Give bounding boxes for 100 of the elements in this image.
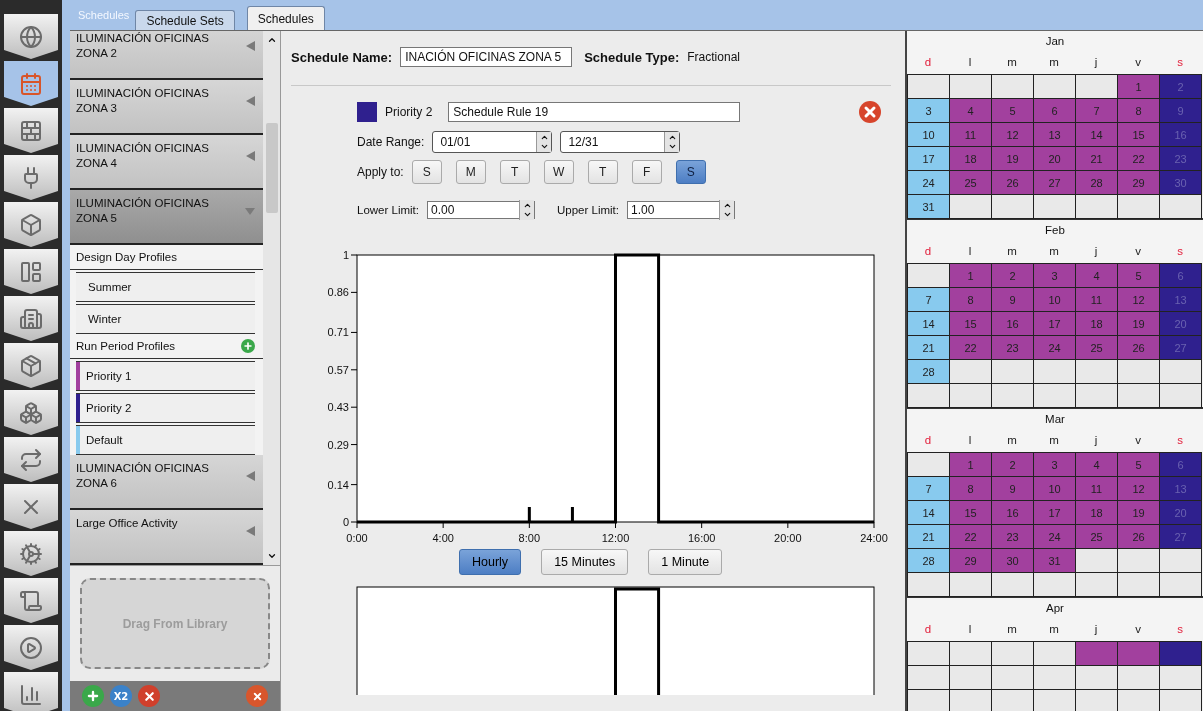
nav-tab[interactable] [4,484,58,529]
day-toggle[interactable]: T [587,160,618,184]
day-cell[interactable]: 9 [1159,98,1202,123]
day-toggle[interactable]: S [411,160,442,184]
nav-tab[interactable] [4,296,58,341]
profile-item[interactable]: Priority 2 [76,393,255,424]
vertex-handle[interactable] [570,507,574,522]
day-cell[interactable] [1159,641,1202,666]
schedule-group[interactable]: ILUMINACIÓN OFICINAS ZONA 5 [70,190,263,245]
weekday-label: v [1134,55,1142,70]
name-field[interactable]: INACIÓN OFICINAS ZONA 5 [400,47,573,67]
add-button[interactable] [82,685,104,707]
purge-button[interactable] [246,685,268,707]
day-cell[interactable]: 27 [1159,335,1202,360]
schedule-group[interactable]: ILUMINACIÓN OFICINAS ZONA 3 [70,80,263,135]
weekday-label: j [1093,55,1099,70]
profile-item[interactable]: Summer [76,272,255,303]
day-toggle[interactable]: T [499,160,530,184]
day-cell[interactable]: 2 [1159,74,1202,99]
nav-tab[interactable] [4,61,58,106]
day-toggle[interactable]: M [455,160,486,184]
weekday-label: l [967,433,973,448]
scroll-down-icon[interactable] [266,551,277,561]
stepper-icon[interactable] [519,200,534,220]
day-cell[interactable]: 20 [1159,311,1202,336]
vertex-handle[interactable] [527,507,531,522]
stepper-icon[interactable] [719,200,734,220]
date-spinbox[interactable]: 12/31 [560,131,681,153]
rule-color-swatch[interactable] [357,102,377,122]
package-icon [19,353,43,378]
brick-wall-icon [19,118,43,143]
remove-button[interactable] [138,685,160,707]
nav-tab[interactable] [4,625,58,670]
tab[interactable]: Schedule Sets [135,10,235,30]
schedule-group[interactable]: ILUMINACIÓN OFICINAS ZONA 2 [70,31,263,80]
schedule-group[interactable]: ILUMINACIÓN OFICINAS ZONA 6 [70,455,263,510]
schedule-type: Fractional [687,50,740,64]
collapse-arrow-icon[interactable] [245,96,255,106]
day-cell[interactable]: 6 [1159,452,1202,477]
day-cell[interactable]: 13 [1159,287,1202,312]
nav-tab[interactable] [4,390,58,435]
scroll-thumb[interactable] [265,123,278,213]
collapse-arrow-icon[interactable] [245,151,255,161]
day-toggle[interactable]: S [675,160,706,184]
priority-label: Priority 2 [385,105,433,119]
y-axis: 0 0.14 0.29 0.43 0.57 0.71 0.86 1 [327,249,358,528]
nav-tab[interactable] [4,155,58,200]
scrollbar[interactable] [263,31,280,565]
profile-item[interactable]: Priority 1 [76,361,255,392]
limit-spinbox[interactable]: 1.00 [627,201,735,219]
resolution-button[interactable]: 1 Minute [648,549,723,575]
group-label: ILUMINACIÓN OFICINAS ZONA 3 [76,86,210,116]
nav-tab[interactable] [4,14,58,59]
plus-icon [86,689,100,703]
collapse-arrow-icon[interactable] [245,471,255,481]
weekday-label: s [1176,622,1184,637]
resolution-button[interactable]: Hourly [459,549,522,575]
day-cell[interactable]: 31 [907,194,950,219]
day-cell[interactable]: 6 [1159,263,1202,288]
delete-icon[interactable] [858,100,883,124]
limit-spinbox[interactable]: 0.00 [427,201,535,219]
nav-tab[interactable] [4,578,58,623]
day-toggle[interactable]: F [631,160,662,184]
tab[interactable]: Schedules [246,6,325,30]
weekday-label: l [967,55,973,70]
schedule-group[interactable]: ILUMINACIÓN OFICINAS ZONA 4 [70,135,263,190]
nav-tab[interactable] [4,202,58,247]
stepper-icon[interactable] [664,132,680,152]
profile-item[interactable]: Default [76,425,255,455]
date-spinbox[interactable]: 01/01 [432,131,553,153]
y-tick-label: 0.71 [327,326,349,339]
day-cell[interactable]: 27 [1159,524,1202,549]
cross-icon [142,689,156,703]
copy-button[interactable]: X2 [110,685,132,707]
nav-tab[interactable] [4,249,58,294]
day-cell[interactable]: 20 [1159,500,1202,525]
scroll-up-icon[interactable] [266,35,277,45]
day-toggle[interactable]: W [543,160,574,184]
collapse-arrow-icon[interactable] [245,41,255,51]
add-profile-button[interactable] [241,339,255,354]
collapse-arrow-icon[interactable] [245,526,255,536]
profile-item[interactable]: Winter [76,304,255,335]
stepper-icon[interactable] [536,132,552,152]
nav-tab[interactable] [4,343,58,388]
month-title: Mar [1044,412,1066,427]
weekday-label: d [923,55,933,70]
rule-name-field[interactable]: Schedule Rule 19 [448,102,741,122]
weekday-label: v [1134,244,1142,259]
resolution-button[interactable]: 15 Minutes [541,549,629,575]
month-title: Jan [1044,34,1066,49]
nav-tab[interactable] [4,108,58,153]
nav-tab[interactable] [4,531,58,576]
nav-tab[interactable] [4,437,58,482]
day-cell[interactable]: 16 [1159,122,1202,147]
x-tick-label: 24:00 [860,532,888,544]
schedule-group[interactable]: Large Office Activity [70,510,263,565]
field-label: Apply to: [357,165,404,179]
day-cell[interactable]: 23 [1159,146,1202,171]
day-cell[interactable]: 30 [1159,170,1202,195]
day-cell[interactable]: 13 [1159,476,1202,501]
